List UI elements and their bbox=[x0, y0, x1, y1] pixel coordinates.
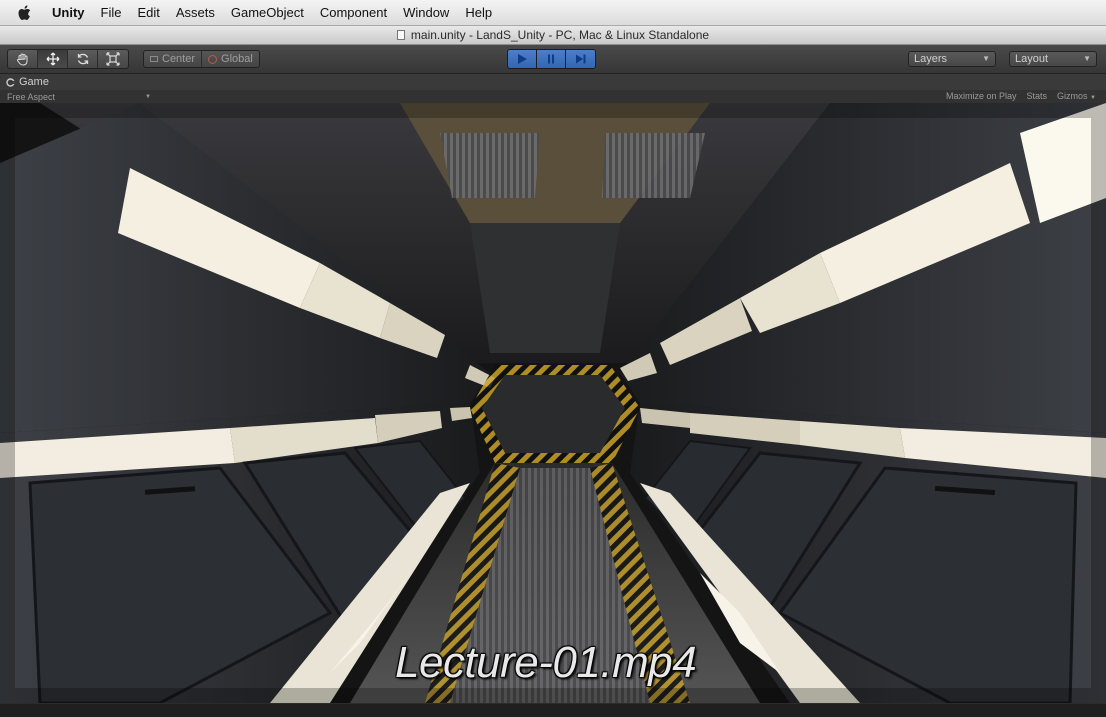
menu-bar: Unity File Edit Assets GameObject Compon… bbox=[0, 0, 1106, 26]
scale-icon bbox=[106, 52, 120, 66]
step-icon bbox=[575, 54, 585, 64]
rotate-tool-button[interactable] bbox=[68, 50, 98, 68]
game-view-options-bar: Free Aspect ▼ Maximize on Play Stats Giz… bbox=[0, 90, 1106, 103]
toolbar: Center Global Layers ▼ Layout ▼ bbox=[0, 45, 1106, 74]
pivot-rotation-button[interactable]: Global bbox=[202, 51, 259, 67]
rotate-icon bbox=[77, 53, 88, 65]
menu-edit[interactable]: Edit bbox=[129, 0, 167, 26]
layout-label: Layout bbox=[1015, 53, 1049, 65]
chevron-down-icon: ▼ bbox=[145, 93, 151, 100]
document-icon bbox=[396, 30, 405, 40]
pause-button[interactable] bbox=[537, 50, 566, 68]
menu-component[interactable]: Component bbox=[312, 0, 395, 26]
hand-icon bbox=[16, 53, 27, 66]
menu-file[interactable]: File bbox=[93, 0, 130, 26]
game-view-tab-bar: Game bbox=[0, 74, 1106, 90]
layers-label: Layers bbox=[914, 53, 948, 65]
menu-gameobject[interactable]: GameObject bbox=[223, 0, 312, 26]
aspect-dropdown[interactable]: Free Aspect ▼ bbox=[7, 92, 151, 102]
play-button[interactable] bbox=[508, 50, 537, 68]
transform-tools bbox=[7, 49, 129, 69]
video-caption: Lecture-01.mp4 bbox=[395, 638, 697, 687]
layers-dropdown[interactable]: Layers ▼ bbox=[908, 51, 996, 67]
chevron-down-icon: ▼ bbox=[982, 54, 990, 63]
window-title: main.unity - LandS_Unity - PC, Mac & Lin… bbox=[410, 28, 710, 42]
pivot-center-icon bbox=[150, 56, 158, 62]
menu-help[interactable]: Help bbox=[457, 0, 500, 26]
tab-game[interactable]: Game bbox=[0, 76, 49, 88]
apple-icon[interactable] bbox=[12, 4, 36, 21]
move-icon bbox=[46, 52, 59, 66]
game-viewport[interactable] bbox=[0, 103, 1106, 703]
menu-window[interactable]: Window bbox=[395, 0, 457, 26]
scale-tool-button[interactable] bbox=[98, 50, 128, 68]
pause-icon bbox=[548, 54, 554, 64]
move-tool-button[interactable] bbox=[38, 50, 68, 68]
menu-assets[interactable]: Assets bbox=[168, 0, 223, 26]
pivot-mode-label: Center bbox=[162, 53, 196, 65]
viewport-bottom-edge bbox=[0, 703, 1106, 717]
pivot-mode-button[interactable]: Center bbox=[144, 51, 203, 67]
pivot-toggles: Center Global bbox=[143, 50, 260, 68]
gizmos-label: Gizmos bbox=[1057, 91, 1088, 101]
globe-icon bbox=[208, 54, 218, 64]
window-title-bar: main.unity - LandS_Unity - PC, Mac & Lin… bbox=[0, 26, 1106, 45]
corridor-scene bbox=[0, 103, 1106, 703]
chevron-down-icon: ▼ bbox=[1090, 95, 1096, 101]
step-button[interactable] bbox=[566, 50, 595, 68]
menu-app-name[interactable]: Unity bbox=[44, 0, 93, 26]
game-controller-icon bbox=[6, 77, 15, 87]
aspect-label: Free Aspect bbox=[7, 91, 56, 102]
tab-game-label: Game bbox=[19, 76, 49, 88]
hand-tool-button[interactable] bbox=[8, 50, 38, 68]
pivot-rotation-label: Global bbox=[221, 53, 253, 65]
chevron-down-icon: ▼ bbox=[1083, 54, 1091, 63]
play-controls bbox=[507, 49, 596, 69]
layout-dropdown[interactable]: Layout ▼ bbox=[1009, 51, 1097, 67]
play-icon bbox=[518, 54, 527, 64]
